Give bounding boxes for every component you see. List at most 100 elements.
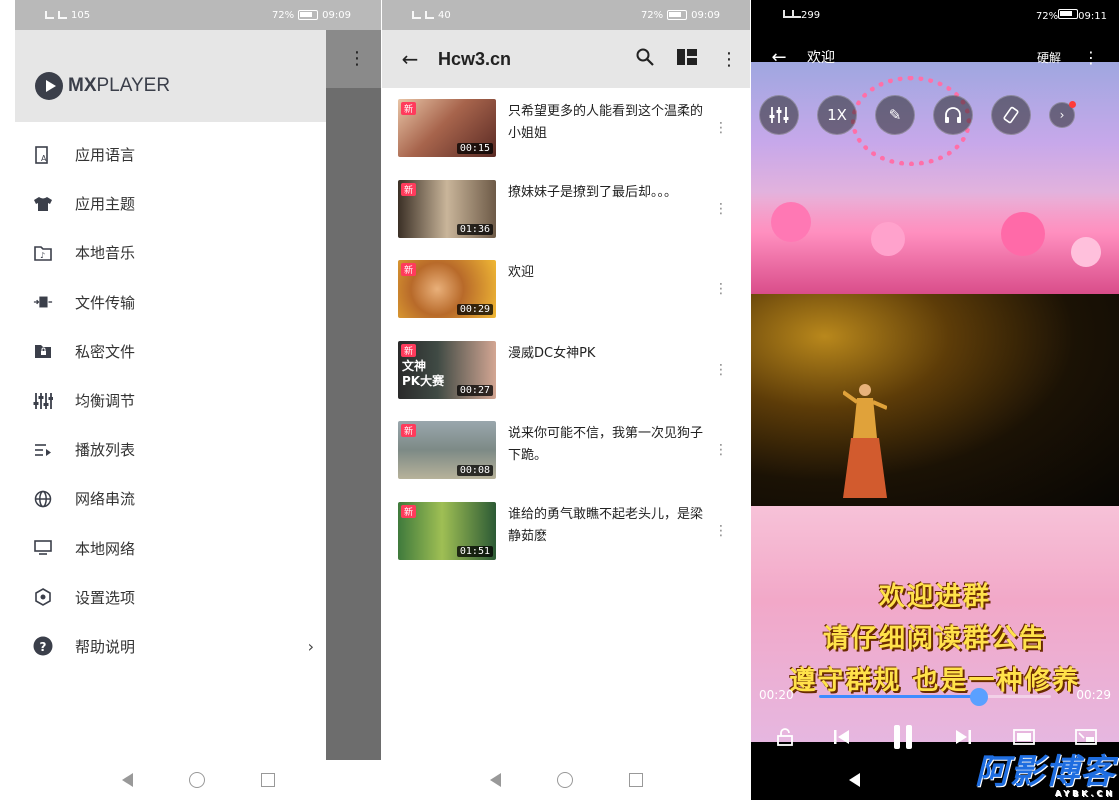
nav-recents-icon[interactable] — [628, 773, 643, 787]
play-logo-icon — [35, 72, 63, 100]
menu-label: 本地网络 — [75, 539, 136, 558]
video-more-icon[interactable]: ⋮ — [714, 120, 728, 136]
battery-percent: 72% — [1035, 10, 1059, 22]
video-more-icon[interactable]: ⋮ — [714, 362, 728, 378]
seek-bar[interactable]: 00:20 00:29 — [751, 686, 1119, 706]
menu-item-network-stream[interactable]: 网络串流 — [15, 474, 326, 523]
total-time: 00:29 — [1076, 688, 1111, 702]
more-icon[interactable]: ⋮ — [1083, 48, 1099, 67]
nav-recents-icon[interactable] — [260, 773, 275, 787]
menu-label: 网络串流 — [75, 490, 136, 509]
new-badge: 新 — [401, 343, 417, 357]
next-icon[interactable] — [954, 729, 972, 750]
menu-item-language[interactable]: A 应用语言 — [15, 130, 326, 179]
rotate-screen-icon[interactable] — [991, 95, 1031, 135]
more-icon[interactable]: ⋮ — [348, 50, 366, 68]
playlist-icon — [33, 440, 53, 460]
thumbnail-caption: 文神 PK大赛 — [402, 358, 445, 388]
clock: 09:11 — [1078, 10, 1107, 22]
equalizer-icon[interactable] — [759, 95, 799, 135]
player-controls — [751, 722, 1119, 756]
drawer-scrim[interactable] — [326, 88, 381, 760]
status-bar: 105 72% 09:09 — [15, 0, 381, 30]
dancer-figure — [843, 384, 887, 498]
video-title: 只希望更多的人能看到这个温柔的小姐姐 — [508, 104, 704, 141]
view-mode-icon[interactable] — [666, 48, 708, 70]
menu-label: 私密文件 — [75, 342, 136, 361]
video-thumbnail[interactable]: 新 文神 PK大赛 00:27 — [398, 340, 496, 399]
video-list: 新 00:15 只希望更多的人能看到这个温柔的小姐姐 ⋮ 新 01:36 撩妹妹… — [382, 90, 750, 573]
video-thumbnail[interactable]: 新 00:29 — [398, 260, 496, 318]
video-surface[interactable]: 欢迎进群 请仔细阅读群公告 遵守群规 也是一种修养 — [751, 62, 1119, 742]
video-thumbnail[interactable]: 新 01:51 — [398, 501, 496, 560]
video-more-icon[interactable]: ⋮ — [714, 523, 728, 539]
nav-home-icon[interactable] — [556, 772, 573, 788]
menu-item-local-network[interactable]: 本地网络 — [15, 524, 326, 573]
new-badge: 新 — [401, 504, 417, 518]
menu-label: 文件传输 — [75, 293, 136, 312]
svg-text:A: A — [41, 154, 47, 163]
watermark-logo: 阿影博客 AYBK.CN — [975, 754, 1115, 798]
pencil-icon[interactable]: ✎ — [875, 95, 915, 135]
video-more-icon[interactable]: ⋮ — [714, 281, 728, 297]
video-row[interactable]: 新 00:08 说来你可能不信，我第一次见狗子下跪。 ⋮ — [382, 412, 750, 493]
playback-speed-button[interactable]: 1X — [817, 95, 857, 135]
new-badge: 新 — [401, 263, 417, 276]
video-thumbnail[interactable]: 新 00:08 — [398, 421, 496, 479]
decoder-toggle[interactable]: 硬解 — [1037, 49, 1061, 66]
menu-item-private-files[interactable]: 私密文件 — [15, 327, 326, 376]
duration-label: 00:29 — [456, 304, 493, 315]
menu-label: 设置选项 — [75, 588, 136, 607]
menu-item-local-music[interactable]: ♪ 本地音乐 — [15, 228, 326, 277]
pause-icon[interactable] — [892, 724, 914, 755]
menu-item-file-transfer[interactable]: 文件传输 — [15, 278, 326, 327]
menu-item-help[interactable]: ? 帮助说明 › — [15, 622, 326, 671]
popup-player-icon[interactable] — [1075, 728, 1097, 750]
new-badge: 新 — [401, 102, 417, 115]
player-toolbar: 1X ✎ › — [759, 95, 1076, 135]
tshirt-icon — [33, 194, 53, 214]
video-row[interactable]: 新 01:36 撩妹妹子是撩到了最后却。。。 ⋮ — [382, 171, 750, 252]
menu-item-equalizer[interactable]: 均衡调节 — [15, 376, 326, 425]
video-row[interactable]: 新 文神 PK大赛 00:27 漫威DC女神PK ⋮ — [382, 332, 750, 413]
clock: 09:09 — [322, 9, 351, 21]
status-bar: 299 72% 09:11 — [751, 0, 1119, 30]
signal-icon — [58, 11, 67, 19]
net-speed: 40 — [438, 9, 451, 21]
logo-mx: MX — [68, 75, 97, 96]
menu-item-settings[interactable]: 设置选项 — [15, 573, 326, 622]
menu-item-theme[interactable]: 应用主题 — [15, 179, 326, 228]
seek-thumb[interactable] — [970, 688, 989, 706]
video-thumbnail[interactable]: 新 01:36 — [398, 179, 496, 238]
video-thumbnail[interactable]: 新 00:15 — [398, 99, 496, 157]
nav-back-icon[interactable] — [489, 773, 501, 787]
chevron-right-icon: › — [307, 636, 314, 656]
help-icon: ? — [33, 636, 53, 656]
new-badge: 新 — [401, 182, 417, 196]
previous-icon[interactable] — [833, 729, 851, 750]
video-row[interactable]: 新 00:15 只希望更多的人能看到这个温柔的小姐姐 ⋮ — [382, 90, 750, 171]
menu-item-playlist[interactable]: 播放列表 — [15, 425, 326, 474]
search-icon[interactable] — [624, 48, 666, 71]
lock-icon[interactable] — [777, 727, 793, 751]
folder-title: Hcw3.cn — [438, 48, 512, 69]
back-arrow-icon[interactable]: ← — [382, 47, 438, 71]
video-row[interactable]: 新 00:29 欢迎 ⋮ — [382, 251, 750, 332]
video-row[interactable]: 新 01:51 谁给的勇气敢瞧不起老头儿，是梁静茹麽 ⋮ — [382, 493, 750, 574]
aspect-ratio-icon[interactable] — [1012, 728, 1035, 750]
player-top-bar: ← 欢迎 硬解 ⋮ — [751, 40, 1119, 74]
back-arrow-icon[interactable]: ← — [751, 47, 807, 68]
video-more-icon[interactable]: ⋮ — [714, 201, 728, 217]
headphones-icon[interactable] — [933, 95, 973, 135]
player-title: 欢迎 — [807, 50, 835, 66]
status-bar: 40 72% 09:09 — [382, 0, 750, 30]
nav-back-icon[interactable] — [121, 773, 133, 787]
menu-label: 应用主题 — [75, 195, 136, 214]
nav-home-icon[interactable] — [188, 772, 205, 788]
app-bar: ← Hcw3.cn ⋮ — [382, 30, 750, 88]
seek-track[interactable] — [819, 688, 1051, 706]
more-tools-chevron-icon[interactable]: › — [1049, 101, 1076, 128]
more-icon[interactable]: ⋮ — [708, 49, 750, 70]
nav-back-icon[interactable] — [849, 773, 860, 787]
video-more-icon[interactable]: ⋮ — [714, 442, 728, 458]
